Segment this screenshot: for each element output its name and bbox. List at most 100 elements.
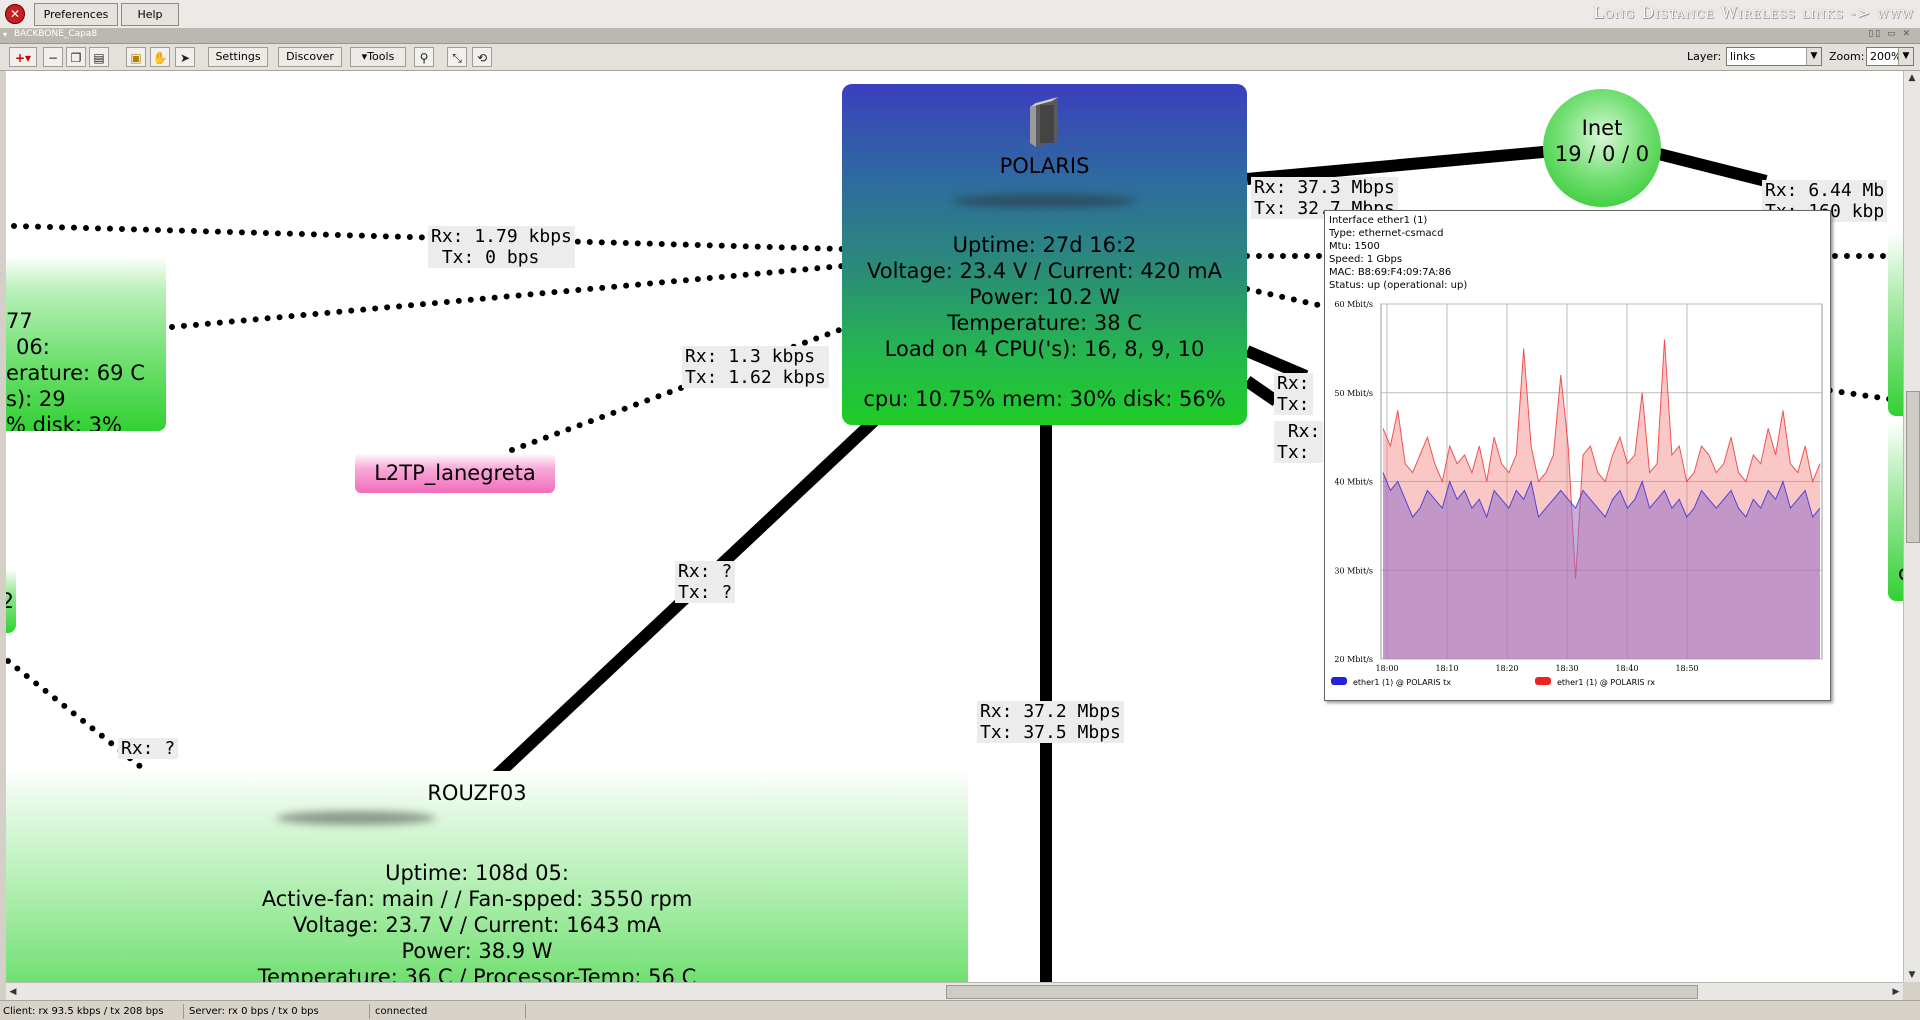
- link-polaris-inet: [1246, 145, 1555, 185]
- menu-bar: ✕ Preferences Help Long Distance Wireles…: [0, 0, 1920, 29]
- layer-select[interactable]: links ▼: [1726, 47, 1822, 66]
- link-label-polaris-rouzf[interactable]: Rx: ? Tx: ?: [675, 561, 736, 603]
- vertical-scrollbar[interactable]: ▲ ▼: [1903, 71, 1920, 982]
- toolbar: +▾ − ❐ ▤ ▣ ✋ ➤ Settings Discover ▾Tools …: [0, 44, 1920, 71]
- remove-icon[interactable]: −: [43, 47, 63, 67]
- chart-legend-swatch: [1535, 677, 1551, 685]
- router-device-icon: [1030, 97, 1058, 147]
- node-rouzf03[interactable]: ROUZF03 Uptime: 108d 05: Active-fan: mai…: [6, 771, 968, 982]
- status-client: Client: rx 93.5 kbps / tx 208 bps: [0, 1004, 184, 1019]
- polaris-uptime: Uptime: 27d 16:2: [952, 233, 1137, 257]
- status-server: Server: rx 0 bps / tx 0 bps: [186, 1004, 370, 1019]
- brand-title: Long Distance Wireless links -> www: [1592, 3, 1914, 22]
- app-close-icon[interactable]: ✕: [5, 4, 25, 24]
- link-polaris-right-b: [1244, 286, 1339, 312]
- tab-map-name[interactable]: BACKBONE_Capa8: [14, 29, 97, 39]
- node-polaris[interactable]: POLARIS Uptime: 27d 16:2 Voltage: 23.4 V…: [842, 84, 1247, 425]
- horizontal-scrollbar[interactable]: ◀ ▶: [6, 982, 1903, 1000]
- redacted-address-blur: [276, 811, 436, 825]
- node-left-line5: % disk: 3%: [6, 413, 122, 431]
- zoom-select[interactable]: 200% ▼: [1866, 47, 1914, 66]
- chevron-down-icon: ▼: [1806, 48, 1821, 65]
- window-controls[interactable]: ▯▯ ▭ ✕: [1868, 29, 1912, 39]
- copy-icon[interactable]: ❐: [66, 47, 86, 67]
- node-inet-name: Inet: [1581, 116, 1623, 140]
- chevron-down-icon: ▼: [1898, 48, 1913, 65]
- node-left-partial[interactable]: 77 06: erature: 69 C s): 29 % disk: 3%: [6, 256, 166, 431]
- layer-select-value: links: [1730, 50, 1756, 63]
- node-left-line3: erature: 69 C: [6, 361, 145, 385]
- polaris-voltage: Voltage: 23.4 V / Current: 420 mA: [867, 259, 1222, 283]
- preferences-button[interactable]: Preferences: [34, 3, 118, 26]
- node-polaris-name: POLARIS: [999, 154, 1090, 178]
- node-left2-text: 2: [6, 589, 14, 613]
- link-polaris-right-solid2: [1243, 376, 1280, 406]
- scroll-left-icon[interactable]: ◀: [6, 985, 20, 999]
- node-l2tp-lanegreta[interactable]: L2TP_lanegreta: [355, 453, 555, 493]
- scroll-down-icon[interactable]: ▼: [1905, 968, 1919, 982]
- rouzf03-temperature: Temperature: 36 C / Processor-Temp: 56 C: [257, 965, 697, 982]
- link-label-l2tp-polaris[interactable]: Rx: 1.3 kbps Tx: 1.62 kbps: [682, 346, 829, 388]
- chart-x-tick-label: 18:10: [1435, 664, 1458, 673]
- rotate-icon[interactable]: ⟲: [472, 47, 492, 67]
- hand-icon[interactable]: ✋: [150, 47, 170, 67]
- zoom-select-value: 200%: [1870, 50, 1902, 63]
- node-rouzf03-name: ROUZF03: [427, 781, 527, 805]
- node-right-partial-1[interactable]: [1888, 231, 1903, 416]
- link-label-polaris-right-2[interactable]: Rx: Tx:: [1274, 421, 1324, 463]
- link-label-polaris-right-1[interactable]: Rx: Tx:: [1274, 373, 1313, 415]
- zoom-label: Zoom:: [1829, 50, 1865, 63]
- layer-label: Layer:: [1687, 50, 1722, 63]
- link-label-left2-rouzf[interactable]: Rx: ? Tx: ?: [118, 738, 179, 759]
- map-tab-strip: ▾ BACKBONE_Capa8 ▯▯ ▭ ✕: [0, 28, 1920, 44]
- rouzf03-fan: Active-fan: main / / Fan-spped: 3550 rpm: [261, 887, 693, 911]
- chart-y-tick-label: 30 Mbit/s: [1334, 566, 1373, 575]
- polaris-temperature: Temperature: 38 C: [947, 311, 1142, 335]
- chart-legend-label: ether1 (1) @ POLARIS tx: [1353, 678, 1451, 687]
- status-bar: Client: rx 93.5 kbps / tx 208 bps Server…: [0, 1000, 1920, 1020]
- node-right-partial-2[interactable]: c: [1888, 421, 1903, 601]
- scroll-right-icon[interactable]: ▶: [1889, 985, 1903, 999]
- polaris-power: Power: 10.2 W: [968, 285, 1121, 309]
- add-icon[interactable]: +▾: [9, 47, 37, 67]
- chart-x-tick-label: 18:00: [1375, 664, 1398, 673]
- pointer-icon[interactable]: ➤: [175, 47, 195, 67]
- paste-icon[interactable]: ▤: [89, 47, 109, 67]
- chart-y-tick-label: 20 Mbit/s: [1334, 655, 1373, 664]
- fit-icon[interactable]: ⤡: [447, 47, 467, 67]
- network-map-canvas[interactable]: 77 06: erature: 69 C s): 29 % disk: 3% 2…: [6, 71, 1903, 982]
- node-left-line1: 77: [6, 309, 33, 333]
- polaris-load: Load on 4 CPU('s): 16, 8, 9, 10: [884, 337, 1205, 361]
- scroll-up-icon[interactable]: ▲: [1905, 71, 1919, 85]
- chart-x-tick-label: 18:50: [1675, 664, 1698, 673]
- chart-y-tick-label: 50 Mbit/s: [1334, 389, 1373, 398]
- link-label-polaris-down[interactable]: Rx: 37.2 Mbps Tx: 37.5 Mbps: [977, 701, 1124, 743]
- vertical-scroll-thumb[interactable]: [1906, 391, 1920, 543]
- polaris-usage: cpu: 10.75% mem: 30% disk: 56%: [863, 387, 1226, 411]
- chart-x-tick-label: 18:40: [1615, 664, 1638, 673]
- help-button[interactable]: Help: [121, 3, 179, 26]
- discover-button[interactable]: Discover: [278, 47, 342, 67]
- traffic-chart: 20 Mbit/s 30 Mbit/s 40 Mbit/s 50 Mbit/s 60 M…: [1331, 300, 1823, 687]
- find-binoculars-icon[interactable]: ⚲: [414, 47, 434, 67]
- node-left-partial-2[interactable]: 2: [6, 569, 16, 633]
- node-l2tp-name: L2TP_lanegreta: [374, 461, 536, 485]
- node-inet-counts: 19 / 0 / 0: [1554, 142, 1650, 166]
- horizontal-scroll-thumb[interactable]: [946, 985, 1698, 999]
- chart-x-tick-label: 18:20: [1495, 664, 1518, 673]
- link-label-left-polaris[interactable]: Rx: 1.79 kbps Tx: 0 bps: [428, 226, 575, 268]
- node-inet[interactable]: Inet 19 / 0 / 0: [1543, 89, 1661, 207]
- node-left-line4: s): 29: [6, 387, 66, 411]
- redacted-address-blur: [952, 194, 1137, 208]
- rouzf03-power: Power: 38.9 W: [401, 939, 553, 963]
- chart-y-tick-label: 40 Mbit/s: [1334, 478, 1373, 487]
- lock-icon[interactable]: ▣: [126, 47, 146, 67]
- interface-tooltip: Interface ether1 (1) Type: ethernet-csma…: [1324, 210, 1831, 701]
- link-inet-right: [1653, 147, 1768, 187]
- chart-x-tick-label: 18:30: [1555, 664, 1578, 673]
- tab-collapse-icon[interactable]: ▾: [3, 30, 7, 39]
- chart-legend-label: ether1 (1) @ POLARIS rx: [1557, 678, 1655, 687]
- settings-button[interactable]: Settings: [208, 47, 268, 67]
- tools-menu-button[interactable]: ▾Tools: [350, 47, 406, 67]
- status-connection: connected: [372, 1004, 526, 1019]
